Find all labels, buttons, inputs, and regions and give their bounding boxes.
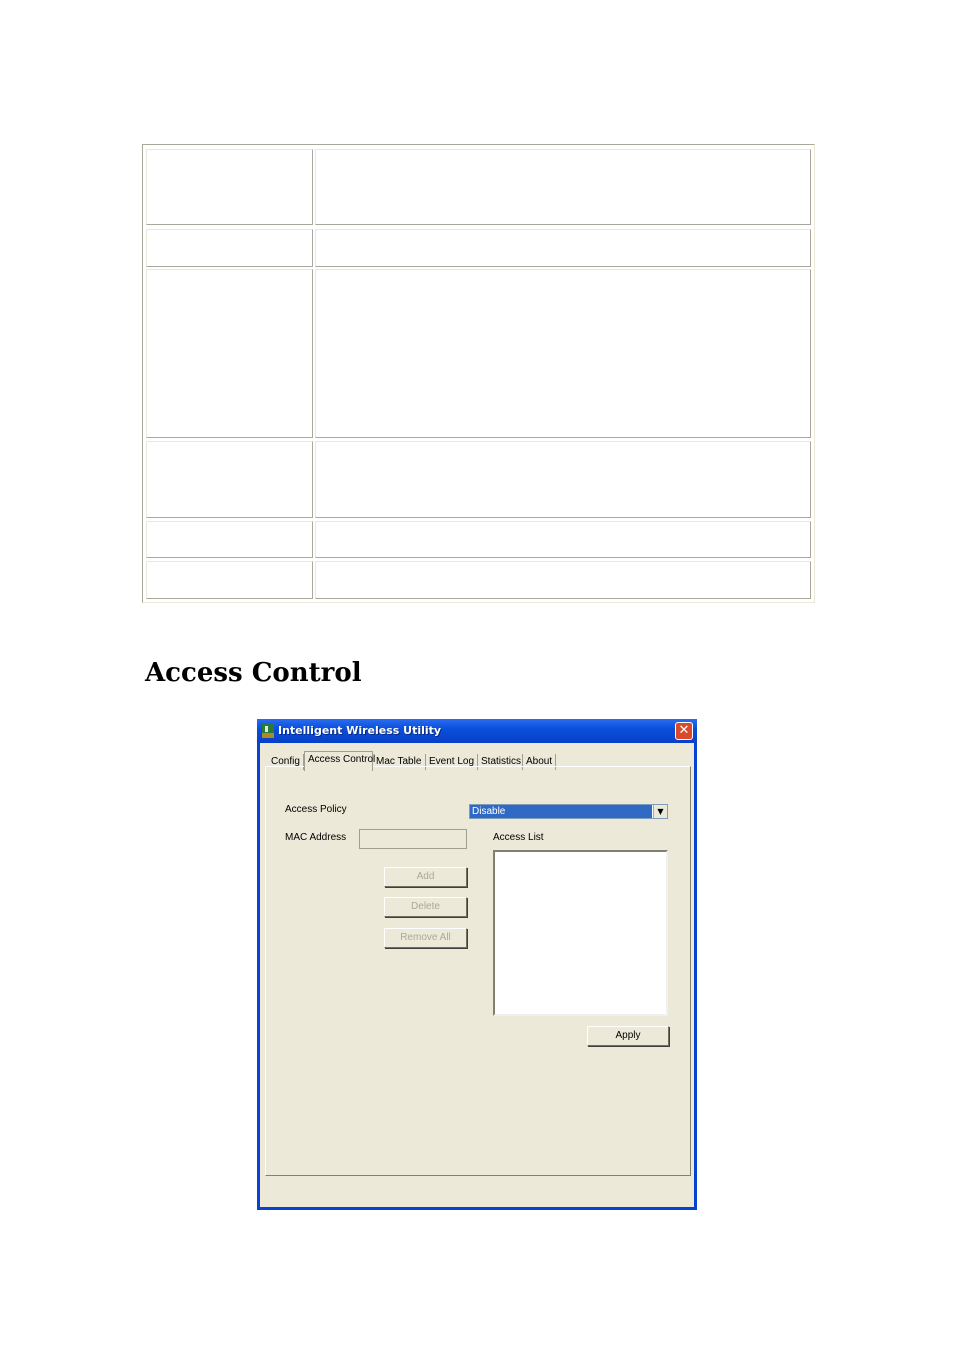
access-list-label: Access List xyxy=(493,832,544,843)
table-cell-value xyxy=(315,149,811,225)
table-cell-label xyxy=(146,229,313,267)
tab-panel: Access Policy Disable ▼ MAC Address Acce… xyxy=(265,766,691,1176)
window-client-area: Config Access Control Mac Table Event Lo… xyxy=(260,743,694,1207)
table-cell-label xyxy=(146,521,313,558)
table-cell-value xyxy=(315,441,811,518)
description-table xyxy=(142,144,815,603)
section-heading: Access Control xyxy=(145,658,362,688)
table-cell-label xyxy=(146,149,313,225)
delete-button[interactable]: Delete xyxy=(384,897,467,917)
chevron-down-icon[interactable]: ▼ xyxy=(653,805,667,818)
title-bar[interactable]: Intelligent Wireless Utility ✕ xyxy=(257,719,697,743)
apply-button[interactable]: Apply xyxy=(587,1026,669,1046)
table-cell-value xyxy=(315,561,811,599)
wireless-app-icon xyxy=(262,724,274,738)
window-title: Intelligent Wireless Utility xyxy=(278,724,442,737)
app-window: Intelligent Wireless Utility ✕ Config Ac… xyxy=(257,719,697,1210)
close-button[interactable]: ✕ xyxy=(675,722,693,740)
table-cell-value xyxy=(315,269,811,438)
remove-all-button[interactable]: Remove All xyxy=(384,928,467,948)
tab-access-control[interactable]: Access Control xyxy=(304,751,375,771)
table-cell-label xyxy=(146,561,313,599)
table-cell-value xyxy=(315,229,811,267)
table-cell-label xyxy=(146,269,313,438)
access-policy-select[interactable]: Disable ▼ xyxy=(469,804,668,819)
access-policy-label: Access Policy xyxy=(285,804,347,815)
status-bar xyxy=(260,1183,694,1207)
mac-address-input[interactable] xyxy=(359,829,467,849)
access-list-box[interactable] xyxy=(493,850,668,1016)
table-cell-value xyxy=(315,521,811,558)
table-cell-label xyxy=(146,441,313,518)
mac-address-label: MAC Address xyxy=(285,832,347,843)
add-button[interactable]: Add xyxy=(384,867,467,887)
access-policy-value: Disable xyxy=(470,805,652,818)
